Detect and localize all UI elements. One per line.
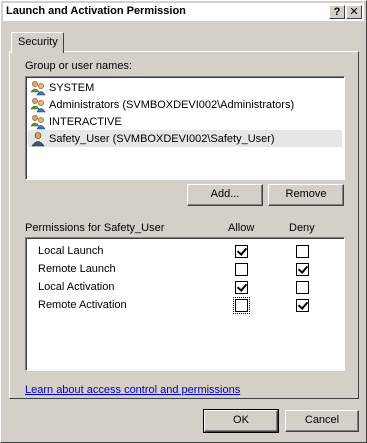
window-title: Launch and Activation Permission [6,5,186,17]
deny-checkbox-local-launch[interactable] [296,245,309,258]
group-icon [30,80,46,96]
user-name: INTERACTIVE [49,115,122,128]
list-item-system[interactable]: SYSTEM [28,79,342,96]
add-button[interactable]: Add... [187,184,263,206]
allow-checkbox-local-launch[interactable] [235,245,248,258]
list-item-administrators[interactable]: Administrators (SVMBOXDEVI002\Administra… [28,96,342,113]
allow-checkbox-local-activation[interactable] [235,281,248,294]
permission-row-remote-launch: Remote Launch [38,261,338,277]
list-item-interactive[interactable]: INTERACTIVE [28,113,342,130]
tab-security[interactable]: Security [11,32,64,53]
user-name: Administrators (SVMBOXDEVI002\Administra… [49,98,295,111]
user-icon [30,131,46,147]
permission-dialog: Launch and Activation Permission ? ✕ Sec… [0,0,367,443]
permission-row-local-activation: Local Activation [38,279,338,295]
deny-header: Deny [289,222,315,234]
user-name: SYSTEM [49,81,95,94]
cancel-button[interactable]: Cancel [285,410,359,432]
allow-checkbox-remote-activation[interactable] [233,297,250,314]
allow-header: Allow [228,222,255,234]
permission-name: Local Launch [38,245,104,257]
permission-name: Remote Activation [38,299,127,311]
help-button[interactable]: ? [329,5,345,19]
group-icon [30,114,46,130]
permission-name: Local Activation [38,281,115,293]
allow-checkbox-remote-launch[interactable] [235,263,248,276]
remove-button[interactable]: Remove [268,184,344,206]
permission-row-remote-activation: Remote Activation [38,297,338,314]
deny-checkbox-remote-activation[interactable] [296,299,309,312]
permission-name: Remote Launch [38,263,116,275]
group-users-label: Group or user names: [25,60,132,72]
permissions-list: Local Launch Remote Launch Local Activat… [25,237,345,371]
close-button[interactable]: ✕ [346,5,362,19]
permission-row-local-launch: Local Launch [38,243,338,259]
list-item-safety-user[interactable]: Safety_User (SVMBOXDEVI002\Safety_User) [28,130,342,147]
ok-button[interactable]: OK [203,409,279,433]
access-control-link[interactable]: Learn about access control and permissio… [25,384,240,396]
user-list[interactable]: SYSTEM Administrators (SVMBOXDEVI002\Adm… [25,76,345,180]
permissions-label: Permissions for Safety_User [25,222,165,234]
deny-checkbox-remote-launch[interactable] [296,263,309,276]
group-icon [30,97,46,113]
tab-security-label: Security [18,36,58,48]
deny-checkbox-local-activation[interactable] [296,281,309,294]
title-bar[interactable]: Launch and Activation Permission ? ✕ [3,3,364,21]
user-name: Safety_User (SVMBOXDEVI002\Safety_User) [49,132,275,145]
